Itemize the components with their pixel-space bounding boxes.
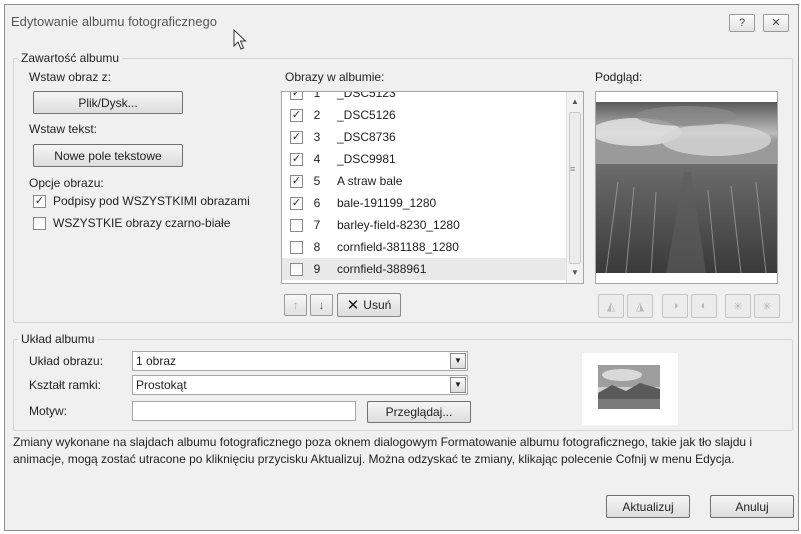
list-item-name: _DSC5123 (337, 91, 396, 100)
photo-album-dialog: Edytowanie albumu fotograficznego ? ✕ Za… (4, 4, 799, 531)
list-item-number: 9 (313, 262, 321, 276)
list-item-name: _DSC9981 (337, 152, 396, 166)
list-item-name: cornfield-388961 (337, 262, 427, 276)
cancel-button[interactable]: Anuluj (710, 495, 794, 518)
browse-button-label: Przeglądaj... (385, 405, 453, 419)
mouse-cursor-icon (233, 29, 247, 50)
list-item-checkbox[interactable]: ✓ (290, 130, 303, 144)
pictures-in-album-label: Obrazy w albumie: (285, 70, 385, 84)
cancel-button-label: Anuluj (735, 499, 769, 514)
layout-thumbnail-image (582, 353, 678, 425)
black-white-checkbox[interactable] (33, 217, 46, 230)
preview-image (596, 102, 777, 273)
preview-label: Podgląd: (595, 70, 643, 84)
picture-layout-value: 1 obraz (136, 354, 177, 368)
new-text-box-button-label: Nowe pole tekstowe (54, 148, 162, 163)
list-item[interactable]: ✓ 6 bale-191199_1280 (282, 192, 567, 214)
close-button[interactable]: ✕ (763, 14, 789, 32)
list-item[interactable]: 8 cornfield-381188_1280 (282, 236, 567, 258)
contrast-down-icon[interactable]: ◐ (691, 294, 717, 318)
list-item-number: 4 (313, 152, 321, 166)
move-down-button[interactable]: ↓ (310, 294, 333, 316)
preview-pane (595, 91, 778, 284)
frame-shape-select[interactable]: Prostokąt ▼ (132, 375, 468, 395)
list-item-checkbox[interactable] (290, 240, 303, 254)
list-item[interactable]: ✓ 1 _DSC5123 (282, 91, 567, 104)
update-button[interactable]: Aktualizuj (606, 495, 690, 518)
list-item[interactable]: ✓ 3 _DSC8736 (282, 126, 567, 148)
browse-button[interactable]: Przeglądaj... (367, 401, 471, 423)
arrow-down-icon: ↓ (318, 298, 325, 312)
brightness-up-icon[interactable]: ✳ (725, 294, 751, 318)
list-item-checkbox[interactable]: ✓ (290, 196, 303, 210)
image-options-label: Opcje obrazu: (29, 176, 104, 190)
list-item-number: 3 (313, 130, 321, 144)
list-item-number: 1 (313, 91, 321, 100)
contrast-up-icon[interactable]: ◑ (662, 294, 688, 318)
scrollbar-grip-icon: ≡ (570, 164, 576, 174)
list-item[interactable]: ✓ 5 A straw bale (282, 170, 567, 192)
picture-layout-select[interactable]: 1 obraz ▼ (132, 351, 468, 371)
chevron-down-icon[interactable]: ▼ (450, 377, 466, 393)
frame-shape-value: Prostokąt (136, 378, 187, 392)
list-item-checkbox[interactable]: ✓ (290, 174, 303, 188)
list-item-checkbox[interactable] (290, 218, 303, 232)
help-button[interactable]: ? (729, 14, 755, 32)
remove-button[interactable]: ✕ Usuń (337, 293, 401, 317)
dialog-title: Edytowanie albumu fotograficznego (11, 14, 217, 29)
insert-text-label: Wstaw tekst: (29, 122, 98, 136)
insert-image-label: Wstaw obraz z: (29, 70, 112, 84)
list-item-number: 7 (313, 218, 321, 232)
theme-input[interactable] (132, 401, 356, 421)
list-item[interactable]: ✓ 4 _DSC9981 (282, 148, 567, 170)
list-item-name: barley-field-8230_1280 (337, 218, 460, 232)
scrollbar-thumb[interactable] (569, 112, 581, 264)
list-item-name: cornfield-381188_1280 (337, 240, 459, 254)
list-item-name: _DSC5126 (337, 108, 396, 122)
new-text-box-button[interactable]: Nowe pole tekstowe (33, 144, 183, 167)
brightness-down-icon[interactable]: ✳ (754, 294, 780, 318)
list-item-checkbox[interactable]: ✓ (290, 92, 303, 100)
theme-label: Motyw: (29, 404, 68, 418)
layout-preview-thumbnail (582, 353, 678, 425)
pictures-listbox[interactable]: ✓ 1 _DSC5123 ✓ 2 _DSC5126 ✓ 3 _DSC8736 ✓… (281, 91, 584, 284)
move-up-button[interactable]: ↑ (284, 294, 307, 316)
list-item-number: 8 (313, 240, 321, 254)
title-bar: Edytowanie albumu fotograficznego ? ✕ (5, 5, 798, 50)
chevron-down-icon[interactable]: ▼ (450, 353, 466, 369)
remove-x-icon: ✕ (346, 297, 360, 314)
arrow-up-icon: ↑ (292, 298, 299, 312)
list-item-name: bale-191199_1280 (337, 196, 437, 210)
rotate-right-icon[interactable]: ◮ (627, 294, 653, 318)
list-item-selected[interactable]: 9 cornfield-388961 (282, 258, 567, 280)
list-item-number: 2 (313, 108, 321, 122)
info-message: Zmiany wykonane na slajdach albumu fotog… (13, 435, 753, 466)
captions-checkbox[interactable]: ✓ (33, 195, 46, 208)
list-item[interactable]: 7 barley-field-8230_1280 (282, 214, 567, 236)
list-item-number: 5 (313, 174, 321, 188)
list-item-name: A straw bale (337, 174, 403, 188)
scroll-up-arrow-icon[interactable]: ▲ (567, 94, 583, 110)
album-layout-legend: Układ albumu (21, 332, 95, 346)
update-button-label: Aktualizuj (622, 499, 674, 514)
rotate-left-icon[interactable]: ◭ (598, 294, 624, 318)
remove-button-label: Usuń (363, 298, 392, 312)
file-disk-button[interactable]: Plik/Dysk... (33, 91, 183, 114)
scroll-down-arrow-icon[interactable]: ▼ (567, 265, 583, 281)
list-item-number: 6 (313, 196, 321, 210)
list-scrollbar[interactable]: ▲ ≡ ▼ (566, 92, 583, 283)
picture-layout-label: Układ obrazu: (29, 354, 104, 368)
list-item-checkbox[interactable]: ✓ (290, 108, 303, 122)
frame-shape-label: Kształt ramki: (29, 378, 102, 392)
black-white-option-label: WSZYSTKIE obrazy czarno-białe (53, 216, 231, 230)
album-content-legend: Zawartość albumu (21, 51, 120, 65)
list-item-name: _DSC8736 (337, 130, 396, 144)
list-item[interactable]: ✓ 2 _DSC5126 (282, 104, 567, 126)
list-item-checkbox[interactable]: ✓ (290, 152, 303, 166)
list-item-checkbox[interactable] (290, 262, 303, 276)
captions-option-label: Podpisy pod WSZYSTKIMI obrazami (53, 194, 250, 208)
file-disk-button-label: Plik/Dysk... (78, 95, 138, 110)
